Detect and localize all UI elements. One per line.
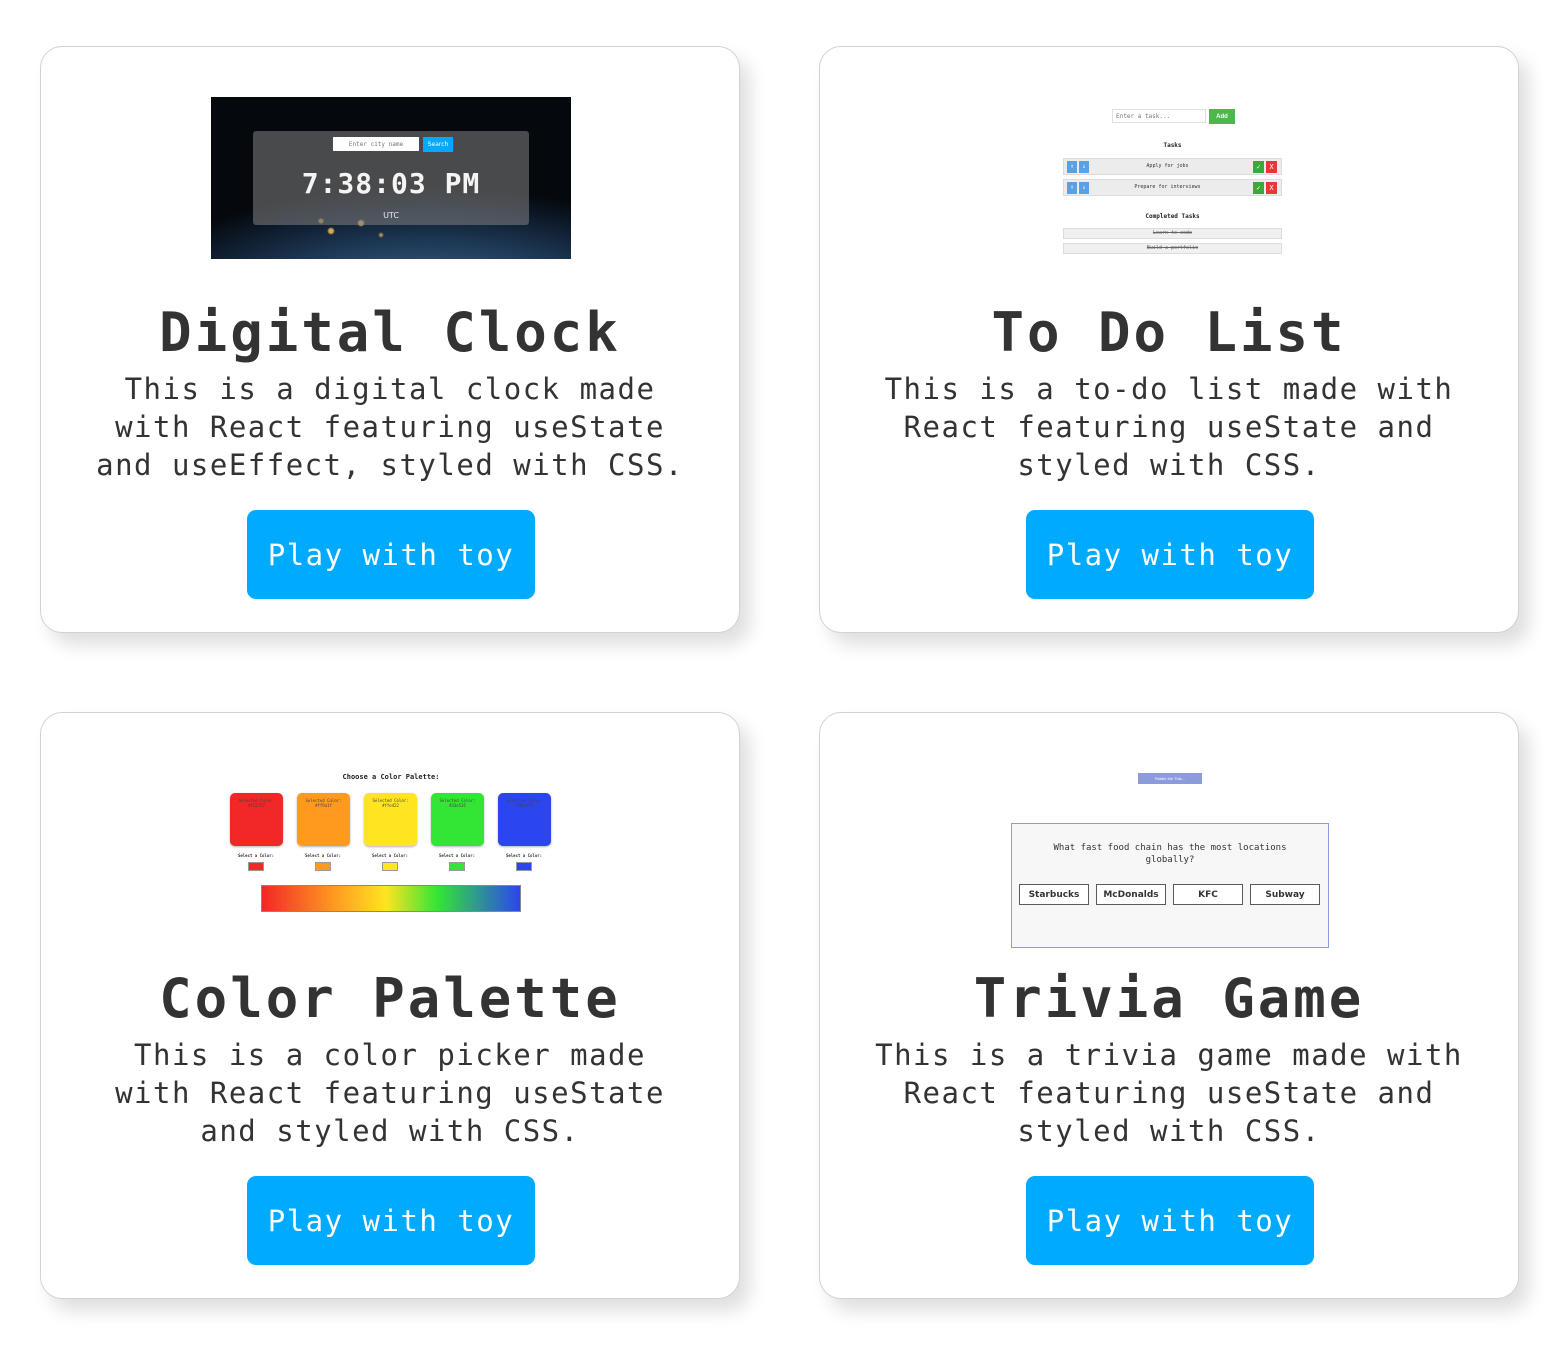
swatch-label: Selected Color: #f22727 — [238, 798, 275, 808]
digital-clock-preview-image: Search 7:38:03 PM UTC — [211, 97, 571, 259]
select-color-label: Select a Color: — [438, 853, 476, 858]
card-description: This is a digital clock made with React … — [96, 372, 684, 482]
swatch-label: Selected Color: #ff9a1f — [305, 798, 342, 808]
clock-time: 7:38:03 PM — [301, 167, 481, 200]
color-swatch: Selected Color: #33e535 — [431, 793, 484, 846]
play-with-toy-button[interactable]: Play with toy — [247, 510, 535, 599]
task-input — [1112, 109, 1206, 123]
riddle-button: Riddle Me This... — [1138, 773, 1202, 784]
card-description: This is a trivia game made with React fe… — [875, 1038, 1463, 1148]
card-trivia-game: Riddle Me This... What fast food chain h… — [819, 712, 1519, 1299]
task-text: Prepare for interviews — [1134, 184, 1201, 190]
answer-button: KFC — [1173, 884, 1243, 905]
clock-panel: Search 7:38:03 PM UTC — [253, 131, 529, 225]
answer-button: McDonalds — [1096, 884, 1166, 905]
swatch-label: Selected Color: #ffe422 — [372, 798, 409, 808]
card-title: Trivia Game — [973, 967, 1365, 1030]
task-row: ↑ ↓ Prepare for interviews ✓ X — [1063, 179, 1282, 196]
color-swatch: Selected Color: #f22727 — [230, 793, 283, 846]
card-digital-clock: Search 7:38:03 PM UTC Digital Clock This… — [40, 46, 740, 633]
card-title: Digital Clock — [159, 301, 621, 364]
color-input-chip — [315, 862, 331, 871]
color-input-chip — [516, 862, 532, 871]
palette-gradient-bar — [261, 885, 521, 912]
check-icon: ✓ — [1253, 182, 1264, 194]
play-with-toy-button[interactable]: Play with toy — [1026, 510, 1314, 599]
answer-button: Subway — [1250, 884, 1320, 905]
completed-tasks-heading: Completed Tasks — [1145, 213, 1200, 220]
clock-timezone: UTC — [383, 211, 399, 220]
card-title: To Do List — [991, 301, 1347, 364]
task-row: ↑ ↓ Apply for jobs ✓ X — [1063, 158, 1282, 175]
swatch-label: Selected Color: #33e535 — [439, 798, 476, 808]
card-color-palette: Choose a Color Palette: Selected Color: … — [40, 712, 740, 1299]
move-up-icon: ↑ — [1067, 161, 1077, 173]
select-color-label: Select a Color: — [237, 853, 275, 858]
select-color-label: Select a Color: — [371, 853, 409, 858]
color-swatch: Selected Color: #ff9a1f — [297, 793, 350, 846]
completed-task-row: Build a portfolio — [1063, 243, 1282, 254]
to-do-list-preview-image: Add Tasks ↑ ↓ Apply for jobs ✓ X ↑ ↓ Pre… — [1060, 107, 1285, 259]
card-description: This is a color picker made with React f… — [115, 1038, 665, 1148]
card-title: Color Palette — [159, 967, 621, 1030]
card-description: This is a to-do list made with React fea… — [884, 372, 1454, 482]
delete-icon: X — [1266, 161, 1277, 173]
task-text: Apply for jobs — [1146, 163, 1189, 169]
trivia-question: What fast food chain has the most locati… — [1053, 843, 1287, 865]
palette-heading: Choose a Color Palette: — [342, 773, 440, 781]
city-name-input — [333, 137, 419, 151]
question-box: What fast food chain has the most locati… — [1011, 823, 1329, 948]
delete-icon: X — [1266, 182, 1277, 194]
color-input-chip — [248, 862, 264, 871]
color-swatch: Selected Color: #ffe422 — [364, 793, 417, 846]
play-with-toy-button[interactable]: Play with toy — [1026, 1176, 1314, 1265]
play-with-toy-button[interactable]: Play with toy — [247, 1176, 535, 1265]
move-up-icon: ↑ — [1067, 182, 1077, 194]
color-input-chip — [382, 862, 398, 871]
answer-button: Starbucks — [1019, 884, 1089, 905]
select-color-label: Select a Color: — [304, 853, 342, 858]
color-swatch: Selected Color: #2b45f0 — [498, 793, 551, 846]
add-task-button: Add — [1209, 109, 1235, 124]
trivia-game-preview-image: Riddle Me This... What fast food chain h… — [1000, 768, 1340, 953]
color-palette-preview-image: Choose a Color Palette: Selected Color: … — [221, 768, 561, 923]
swatch-label: Selected Color: #2b45f0 — [506, 798, 543, 808]
completed-task-row: Learn to code — [1063, 228, 1282, 239]
tasks-heading: Tasks — [1163, 142, 1182, 149]
color-input-chip — [449, 862, 465, 871]
select-color-label: Select a Color: — [505, 853, 543, 858]
check-icon: ✓ — [1253, 161, 1264, 173]
search-button: Search — [423, 137, 453, 152]
card-to-do-list: Add Tasks ↑ ↓ Apply for jobs ✓ X ↑ ↓ Pre… — [819, 46, 1519, 633]
